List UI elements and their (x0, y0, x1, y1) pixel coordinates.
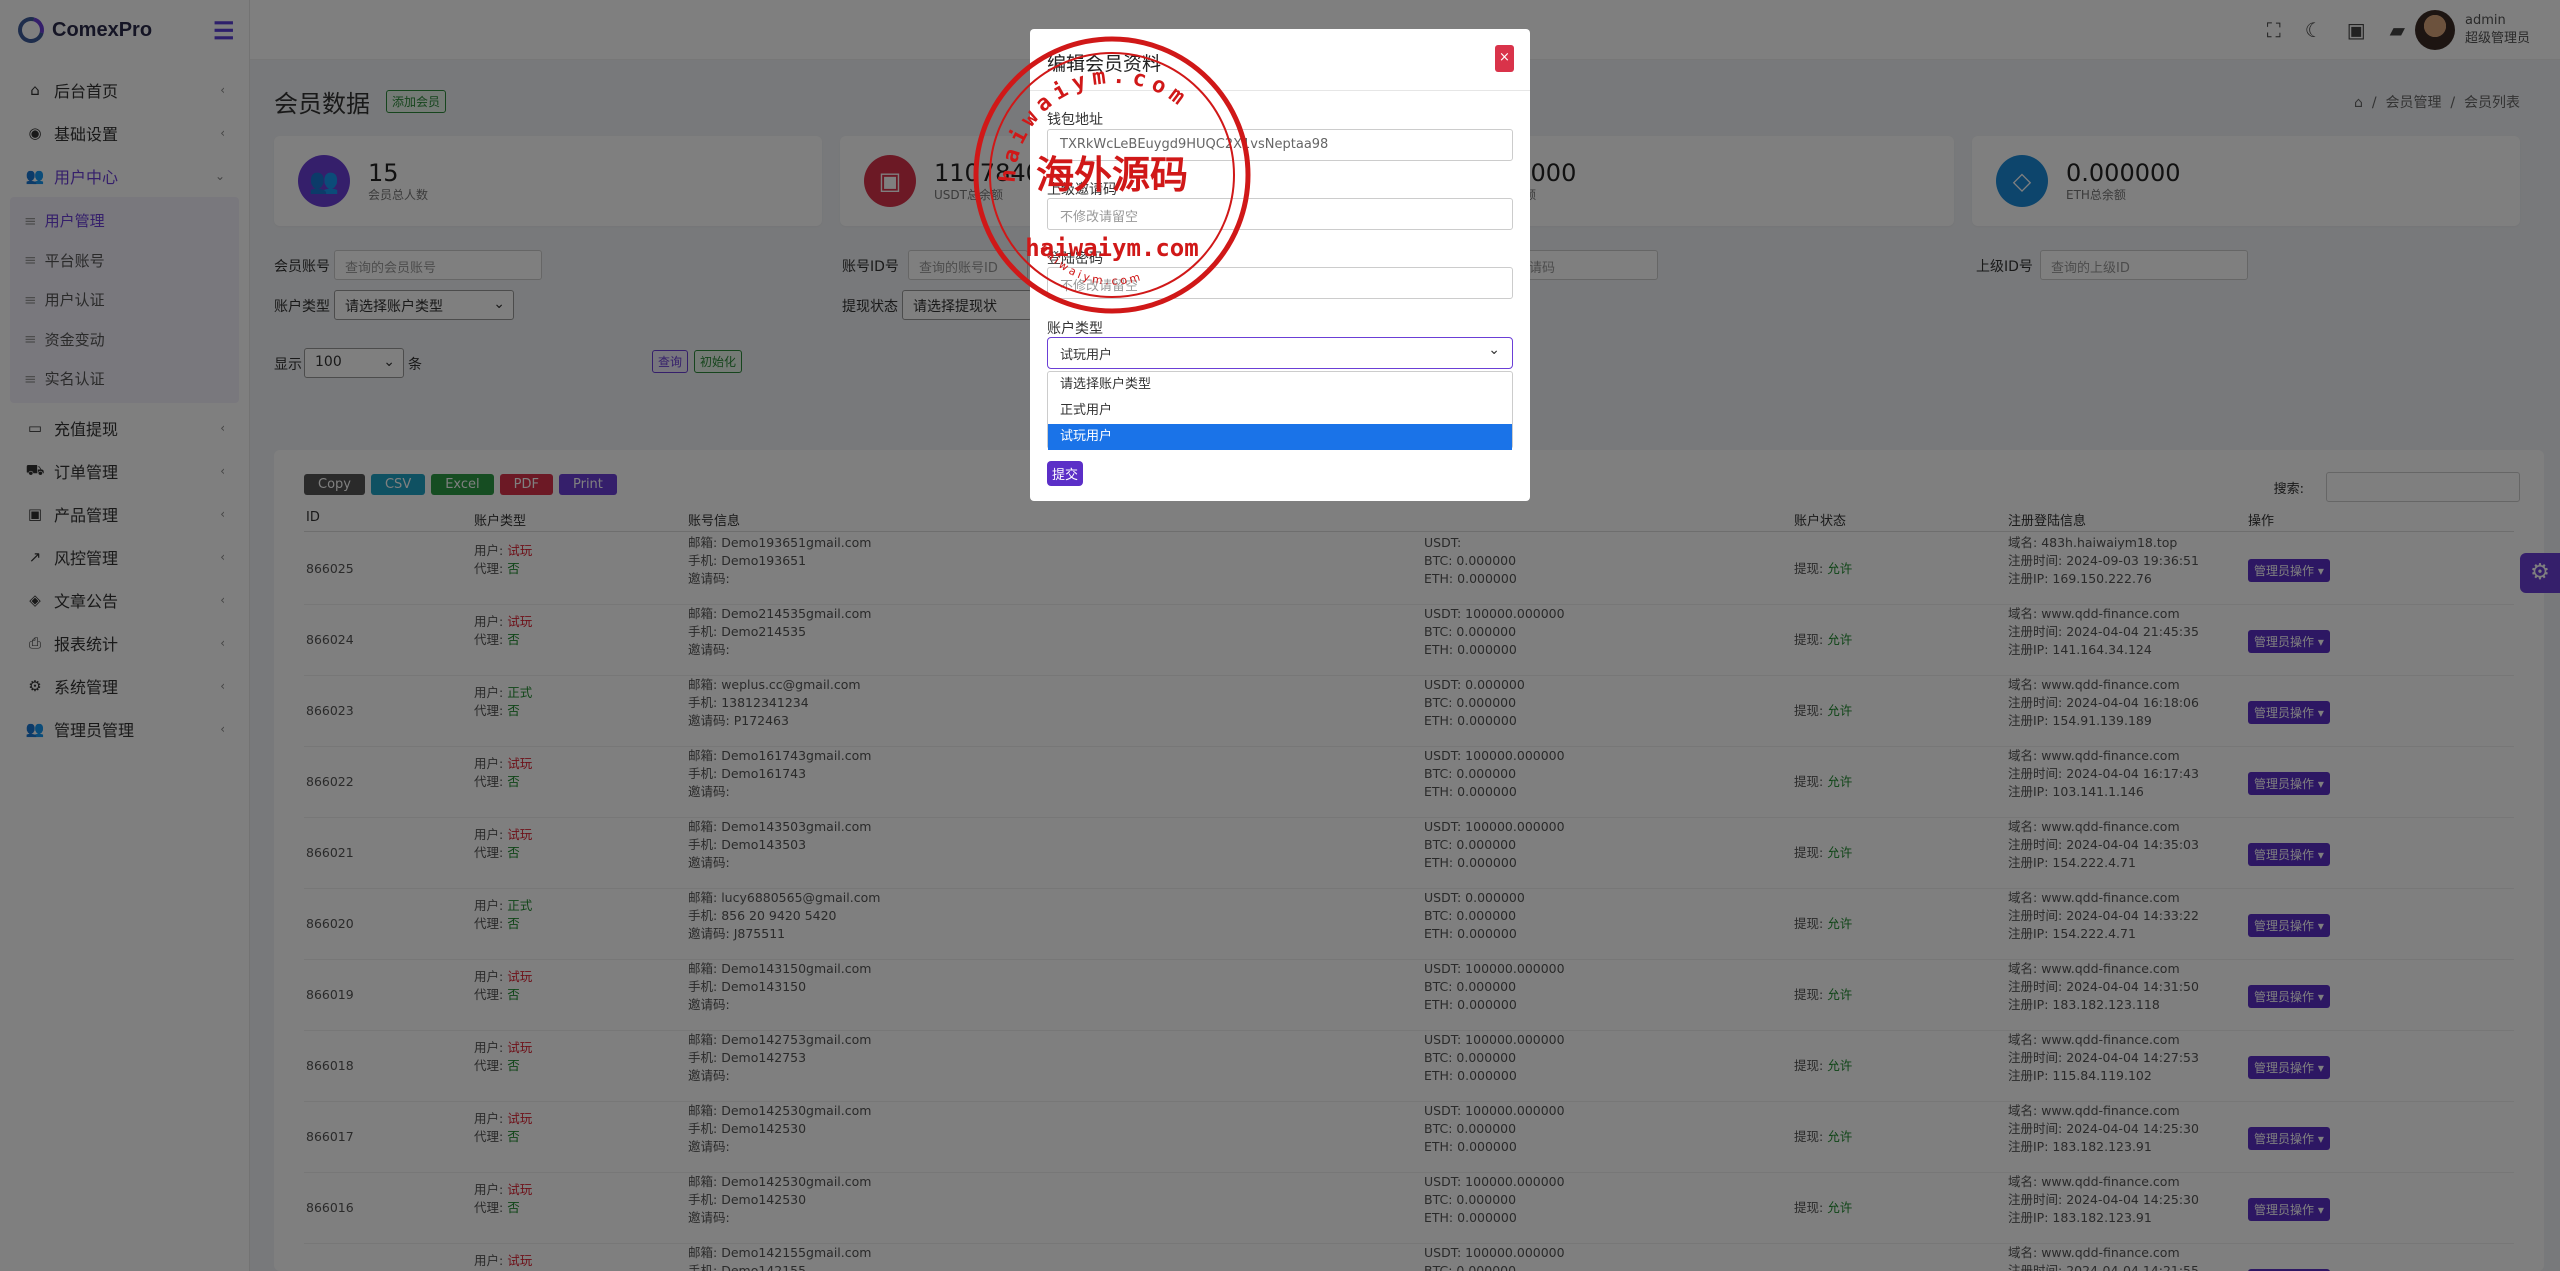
watermark-stamp: haiwaiym.com 海外源码 haiwaiym.com haiwaiym.… (973, 36, 1251, 314)
stamp-center-text: 海外源码 (1036, 152, 1188, 197)
dropdown-option[interactable]: 正式用户 (1048, 398, 1512, 424)
close-button[interactable]: × (1495, 45, 1514, 72)
account-type-label: 账户类型 (1047, 321, 1103, 337)
account-type-select[interactable]: 试玩用户 ⌄ (1047, 337, 1513, 369)
dropdown-option[interactable]: 请选择账户类型 (1048, 372, 1512, 398)
submit-button[interactable]: 提交 (1047, 461, 1084, 486)
account-type-dropdown: 请选择账户类型 正式用户 试玩用户 (1047, 371, 1513, 450)
dropdown-option-selected[interactable]: 试玩用户 (1048, 424, 1512, 450)
chevron-down-icon: ⌄ (1488, 342, 1500, 358)
